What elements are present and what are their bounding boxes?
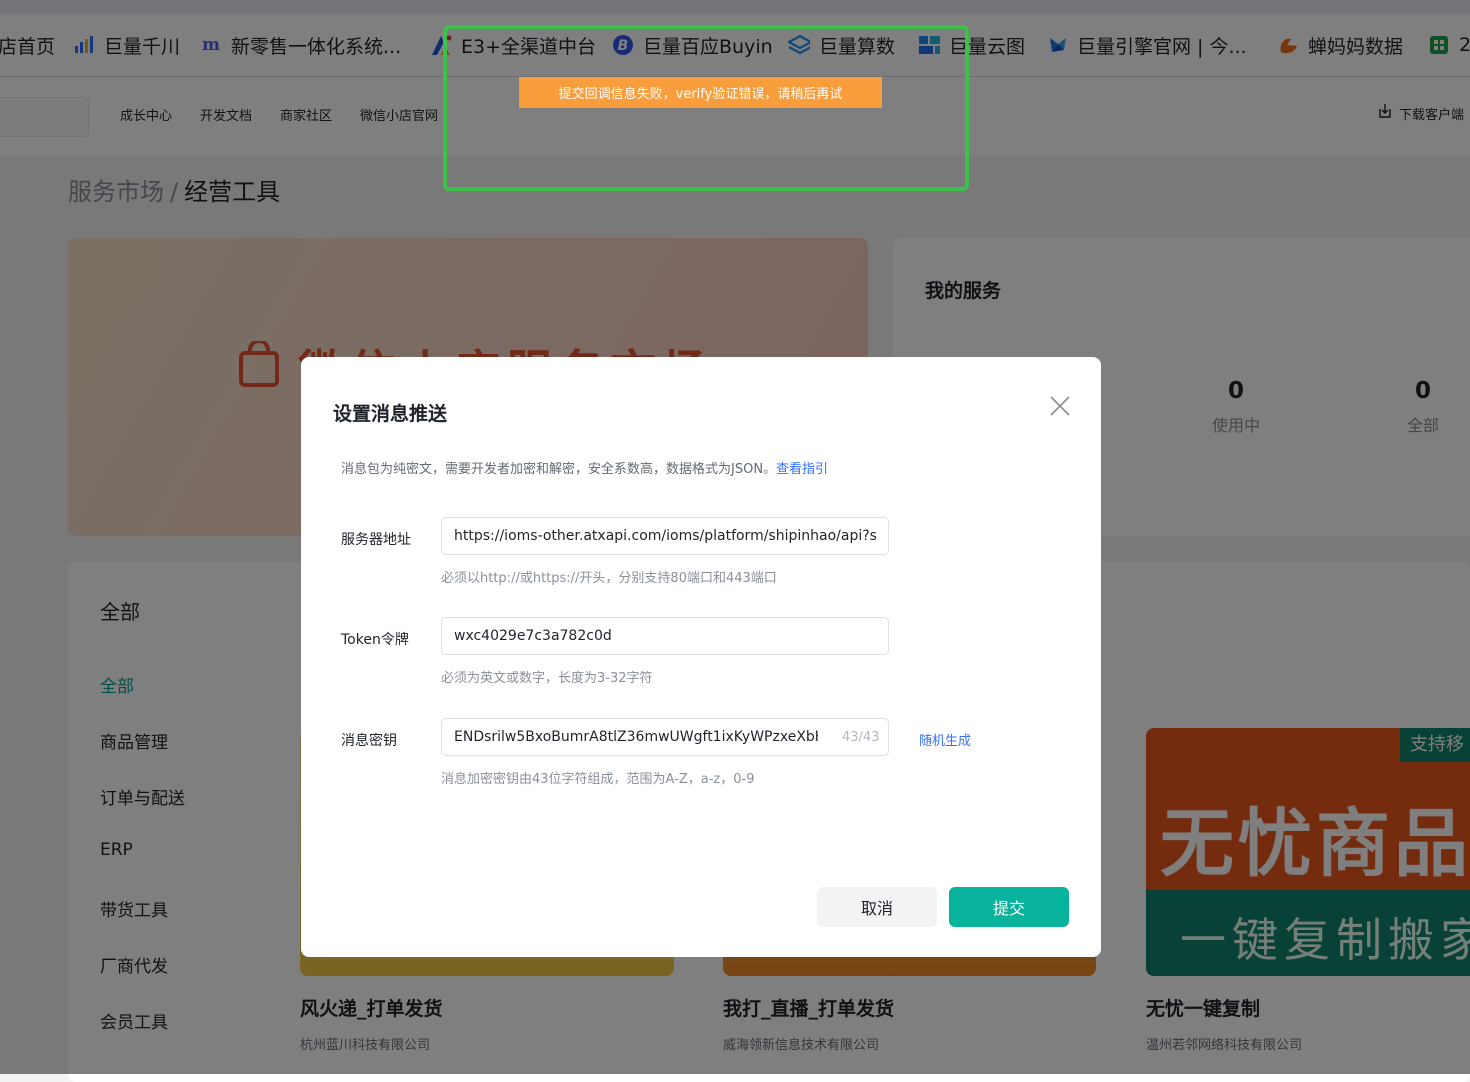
message-key-input[interactable]: [441, 718, 889, 756]
server-url-input[interactable]: [441, 517, 889, 555]
annotation-highlight-box: [443, 25, 969, 191]
token-hint: 必须为英文或数字，长度为3-32字符: [441, 671, 653, 686]
cancel-button[interactable]: 取消: [817, 887, 937, 927]
key-length-counter: 43/43: [842, 730, 880, 745]
message-key-label: 消息密钥: [341, 733, 397, 749]
submit-button[interactable]: 提交: [949, 887, 1069, 927]
token-label: Token令牌: [341, 632, 409, 648]
dialog-title: 设置消息推送: [333, 403, 448, 425]
message-key-hint: 消息加密密钥由43位字符组成，范围为A-Z，a-z，0-9: [441, 772, 755, 787]
token-input[interactable]: [441, 617, 889, 655]
server-url-hint: 必须以http://或https://开头，分别支持80端口和443端口: [441, 571, 777, 586]
dialog-description: 消息包为纯密文，需要开发者加密和解密，安全系数高，数据格式为JSON。查看指引: [341, 458, 828, 477]
close-icon[interactable]: [1049, 395, 1071, 417]
message-push-dialog: 设置消息推送 消息包为纯密文，需要开发者加密和解密，安全系数高，数据格式为JSO…: [301, 357, 1101, 957]
description-text: 消息包为纯密文，需要开发者加密和解密，安全系数高，数据格式为JSON。: [341, 462, 777, 477]
guide-link[interactable]: 查看指引: [776, 462, 828, 477]
server-url-label: 服务器地址: [341, 532, 411, 548]
random-generate-link[interactable]: 随机生成: [919, 730, 971, 749]
